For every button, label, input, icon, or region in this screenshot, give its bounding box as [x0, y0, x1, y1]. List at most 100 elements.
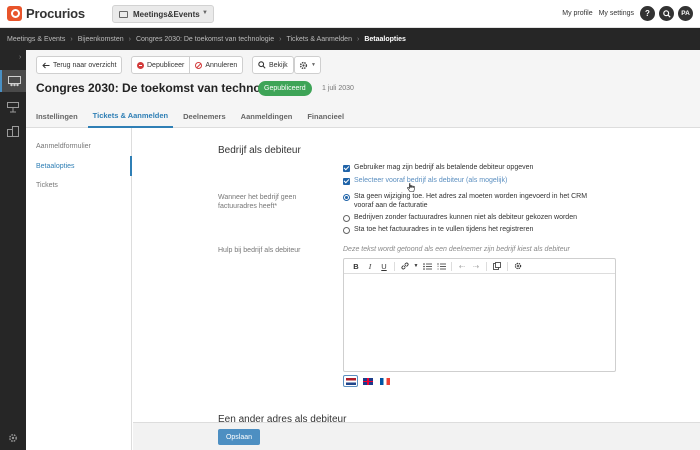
main-content: Bedrijf als debiteur Gebruiker mag zijn … — [133, 128, 700, 422]
flag-en-icon — [362, 377, 373, 385]
help-text-label: Hulp bij bedrijf als debiteur — [218, 247, 301, 254]
no-change-option[interactable]: Sta geen wijziging toe. Het adres zal mo… — [343, 193, 587, 210]
editor-settings-button[interactable] — [511, 260, 525, 273]
italic-button[interactable]: I — [363, 260, 377, 273]
breadcrumb-current: Betaalopties — [364, 35, 406, 43]
allow-company-debtor-option[interactable]: Gebruiker mag zijn bedrijf als betalende… — [343, 164, 533, 173]
sidenav-item-tickets[interactable]: Tickets — [36, 182, 58, 189]
redo-icon: ⇢ — [472, 261, 480, 271]
footer-bar: Opslaan — [133, 422, 700, 450]
exclude-companies-option[interactable]: Bedrijven zonder factuuradres kunnen nie… — [343, 214, 577, 223]
toolbar-divider — [451, 261, 452, 271]
no-address-label: Wanneer het bedrijf geen factuuradres he… — [218, 193, 296, 211]
exclude-companies-label: Bedrijven zonder factuuradres kunnen nie… — [354, 214, 577, 221]
hand-cursor-icon — [407, 183, 415, 192]
numbered-list-icon — [437, 262, 446, 269]
radio-unselected[interactable] — [343, 227, 350, 234]
no-address-label-line2: factuuradres heeft* — [218, 203, 278, 210]
preselect-company-option[interactable]: Selecteer vooraf bedrijf als debiteur (a… — [343, 177, 507, 186]
avatar[interactable]: PA — [678, 6, 693, 21]
tab-instellingen[interactable]: Instellingen — [36, 104, 83, 128]
section-title: Bedrijf als debiteur — [218, 145, 301, 156]
publish-button-group: Depubliceer Annuleren — [131, 56, 244, 74]
bullet-list-button[interactable] — [420, 260, 434, 273]
breadcrumb-separator-icon: › — [70, 35, 73, 43]
logo-text: Procurios — [26, 6, 85, 21]
gear-icon — [299, 61, 308, 69]
language-nl-button[interactable] — [343, 375, 358, 387]
calendar-icon — [119, 10, 128, 18]
sidenav-item-betaalopties[interactable]: Betaalopties — [36, 163, 75, 170]
tab-aanmeldingen[interactable]: Aanmeldingen — [236, 104, 298, 128]
top-bar: Procurios Meetings&Events ▼ My profile M… — [0, 0, 700, 28]
preselect-company-label: Selecteer vooraf bedrijf als debiteur (a… — [354, 177, 508, 184]
rail-item-meetings[interactable] — [0, 70, 26, 92]
active-indicator — [130, 156, 132, 176]
underline-button[interactable]: U — [377, 260, 391, 273]
allow-during-registration-label: Sta toe het factuuradres in te vullen ti… — [354, 226, 534, 233]
view-button[interactable]: Bekijk — [252, 56, 294, 74]
depublish-label: Depubliceer — [147, 61, 185, 69]
rich-text-editor[interactable]: B I U ▼ ⇠ ⇢ — [343, 258, 616, 372]
redo-button[interactable]: ⇢ — [469, 260, 483, 273]
breadcrumb-item[interactable]: Tickets & Aanmelden — [286, 36, 352, 43]
chevron-down-icon[interactable]: ▼ — [412, 260, 420, 273]
bullet-list-icon — [422, 262, 432, 270]
checkbox-checked[interactable] — [343, 178, 350, 185]
back-button[interactable]: Terug naar overzicht — [36, 56, 123, 74]
rail-item-settings[interactable] — [0, 427, 26, 449]
breadcrumb-item[interactable]: Meetings & Events — [7, 36, 65, 43]
no-change-label-line2: vooraf aan de facturatie — [354, 201, 428, 209]
depublish-button[interactable]: Depubliceer — [132, 57, 189, 73]
paste-button[interactable] — [490, 260, 504, 273]
gear-icon — [514, 262, 522, 270]
radio-unselected[interactable] — [343, 215, 350, 222]
people-icon — [7, 75, 21, 86]
allow-during-registration-option[interactable]: Sta toe het factuuradres in te vullen ti… — [343, 226, 533, 235]
my-profile-link[interactable]: My profile — [562, 10, 592, 17]
no-change-label: Sta geen wijziging toe. Het adres zal mo… — [354, 193, 587, 210]
chevron-down-icon: ▼ — [202, 10, 208, 16]
checkbox-checked[interactable] — [343, 165, 350, 172]
numbered-list-button[interactable] — [434, 260, 448, 273]
ban-icon — [195, 61, 203, 69]
rail-item-presentation[interactable] — [0, 96, 26, 118]
language-fr-button[interactable] — [377, 375, 392, 387]
my-settings-link[interactable]: My settings — [599, 10, 634, 17]
building-icon — [7, 125, 19, 137]
breadcrumb-item[interactable]: Congres 2030: De toekomst van technologi… — [136, 36, 274, 43]
module-select-label: Meetings&Events — [133, 9, 200, 19]
radio-selected[interactable] — [343, 194, 350, 201]
sub-navigation: Aanmeldformulier Betaalopties Tickets — [26, 128, 132, 450]
tab-deelnemers[interactable]: Deelnemers — [178, 104, 231, 128]
flag-nl-icon — [345, 377, 356, 385]
flag-fr-icon — [379, 377, 390, 385]
search-icon — [258, 61, 266, 69]
rail-item-buildings[interactable] — [0, 120, 26, 142]
toolbar-divider — [394, 261, 395, 271]
link-icon — [401, 262, 409, 270]
breadcrumb: Meetings & Events › Bijeenkomsten › Cong… — [0, 28, 700, 50]
procurios-logo-icon — [7, 6, 22, 21]
settings-dropdown-button[interactable]: ▼ — [294, 56, 321, 74]
breadcrumb-item[interactable]: Bijeenkomsten — [78, 36, 124, 43]
chevron-down-icon: ▼ — [311, 62, 316, 68]
tab-tickets-aanmelden[interactable]: Tickets & Aanmelden — [87, 104, 174, 128]
help-button[interactable]: ? — [640, 6, 655, 21]
search-button[interactable] — [659, 6, 674, 21]
language-switcher — [343, 375, 392, 387]
expand-rail-icon[interactable]: › — [19, 54, 21, 61]
save-button[interactable]: Opslaan — [218, 429, 260, 445]
language-en-button[interactable] — [360, 375, 375, 387]
sidenav-item-aanmeldformulier[interactable]: Aanmeldformulier — [36, 143, 91, 150]
bold-button[interactable]: B — [349, 260, 363, 273]
cancel-button[interactable]: Annuleren — [189, 57, 242, 73]
user-menu: My profile My settings ? PA — [562, 6, 693, 21]
module-select[interactable]: Meetings&Events ▼ — [112, 5, 214, 23]
undo-button[interactable]: ⇠ — [455, 260, 469, 273]
link-button[interactable] — [398, 260, 412, 273]
event-date: 1 juli 2030 — [322, 85, 354, 92]
tab-financieel[interactable]: Financieel — [302, 104, 349, 128]
logo[interactable]: Procurios — [7, 6, 85, 21]
no-change-label-line1: Sta geen wijziging toe. Het adres zal mo… — [354, 193, 588, 200]
